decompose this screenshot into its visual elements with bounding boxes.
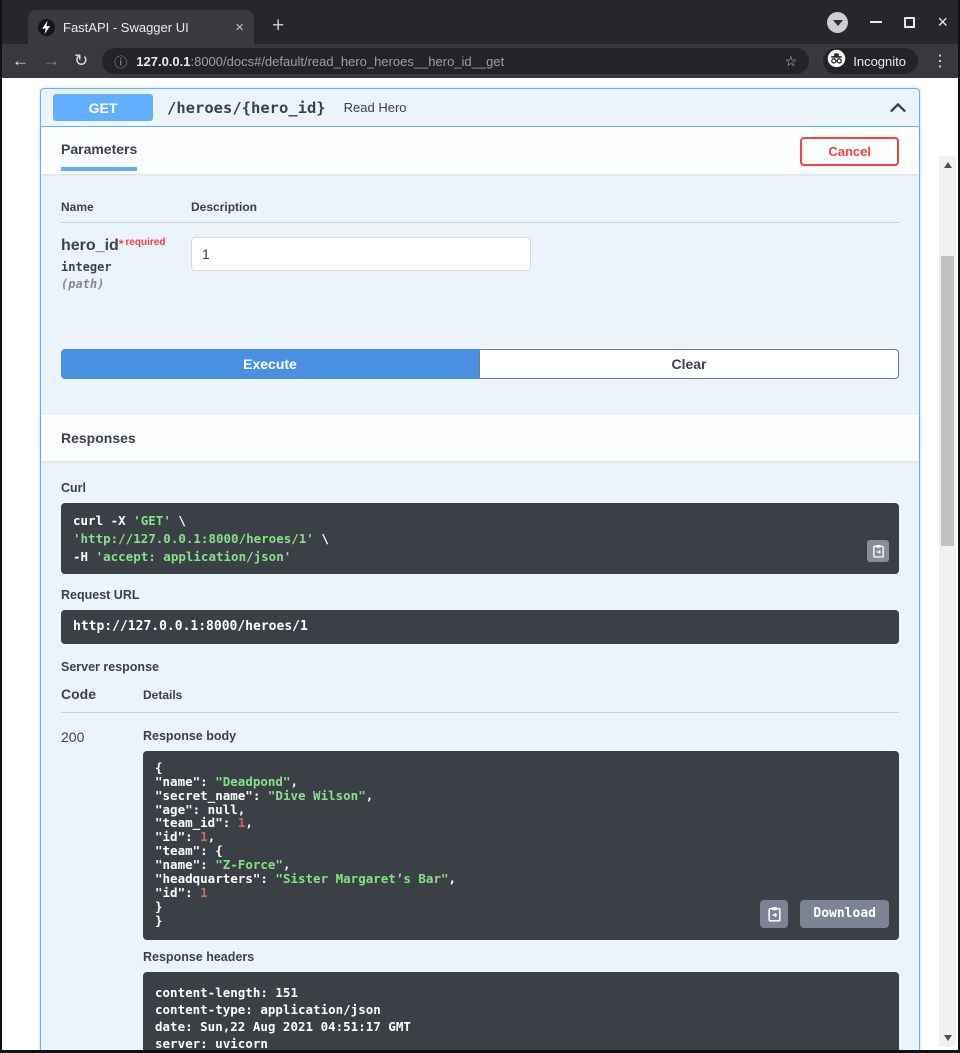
request-url-label: Request URL bbox=[61, 588, 899, 602]
bookmark-star-icon[interactable]: ☆ bbox=[785, 53, 798, 70]
method-badge: GET bbox=[53, 94, 153, 121]
scrollbar-up-icon[interactable] bbox=[939, 159, 956, 171]
server-response-label: Server response bbox=[61, 660, 899, 674]
tab-close-icon[interactable]: × bbox=[235, 19, 244, 36]
copy-response-button[interactable] bbox=[760, 900, 788, 928]
param-location: (path) bbox=[61, 277, 191, 291]
parameters-tab[interactable]: Parameters bbox=[61, 141, 137, 171]
forward-icon[interactable]: → bbox=[43, 51, 60, 71]
url-path: :8000/docs#/default/read_hero_heroes__he… bbox=[190, 54, 504, 69]
url-host: 127.0.0.1 bbox=[136, 54, 190, 69]
responses-title: Responses bbox=[61, 430, 136, 456]
download-button[interactable]: Download bbox=[800, 900, 889, 928]
column-description-header: Description bbox=[191, 200, 899, 214]
url-text: 127.0.0.1:8000/docs#/default/read_hero_h… bbox=[136, 54, 775, 69]
parameters-header: Parameters Cancel bbox=[41, 127, 919, 174]
opblock-get-heroes: GET /heroes/{hero_id} Read Hero Paramete… bbox=[40, 88, 920, 1050]
required-star: * bbox=[119, 237, 124, 251]
browser-window: FastAPI - Swagger UI × + × ← → ↻ ⓘ 127.0… bbox=[0, 0, 960, 1053]
page-scrollbar[interactable] bbox=[939, 156, 956, 1047]
hero-id-input[interactable] bbox=[191, 237, 531, 271]
responses-header: Responses bbox=[41, 415, 919, 461]
curl-label: Curl bbox=[61, 481, 899, 495]
incognito-label: Incognito bbox=[853, 54, 906, 69]
server-response-table: Code Details 200 Response body { "name":… bbox=[61, 686, 899, 1050]
responses-area: Curl curl -X 'GET' \ 'http://127.0.0.1:8… bbox=[41, 461, 919, 1050]
curl-command: curl -X 'GET' \ 'http://127.0.0.1:8000/h… bbox=[61, 503, 899, 574]
response-body-label: Response body bbox=[143, 729, 899, 743]
param-name: hero_id bbox=[61, 237, 119, 254]
minimize-button[interactable] bbox=[870, 21, 882, 23]
cancel-button[interactable]: Cancel bbox=[800, 137, 899, 166]
tab-title: FastAPI - Swagger UI bbox=[63, 20, 227, 35]
copy-curl-button[interactable] bbox=[867, 540, 889, 562]
request-url-value: http://127.0.0.1:8000/heroes/1 bbox=[61, 610, 899, 644]
fastapi-favicon-icon bbox=[38, 19, 55, 36]
code-column-header: Code bbox=[61, 686, 143, 702]
incognito-badge: Incognito bbox=[823, 48, 918, 74]
scrollbar-down-icon[interactable] bbox=[939, 1032, 956, 1044]
browser-toolbar: ← → ↻ ⓘ 127.0.0.1:8000/docs#/default/rea… bbox=[2, 44, 958, 78]
endpoint-path: /heroes/{hero_id} bbox=[167, 99, 326, 117]
required-label: required bbox=[125, 237, 165, 248]
maximize-button[interactable] bbox=[904, 17, 915, 28]
status-code: 200 bbox=[61, 729, 143, 1050]
tab-search-icon[interactable] bbox=[827, 12, 848, 33]
browser-tab[interactable]: FastAPI - Swagger UI × bbox=[28, 10, 254, 44]
back-icon[interactable]: ← bbox=[12, 51, 29, 71]
details-column-header: Details bbox=[143, 688, 899, 702]
parameters-table: Name Description hero_id*required intege… bbox=[41, 174, 919, 399]
page-content: GET /heroes/{hero_id} Read Hero Paramete… bbox=[2, 78, 958, 1050]
tab-strip: FastAPI - Swagger UI × + × bbox=[2, 0, 958, 44]
scrollbar-thumb[interactable] bbox=[941, 256, 954, 546]
opblock-header[interactable]: GET /heroes/{hero_id} Read Hero bbox=[41, 89, 919, 127]
browser-menu-icon[interactable]: ⋮ bbox=[932, 51, 948, 71]
window-close-button[interactable]: × bbox=[937, 13, 948, 31]
column-name-header: Name bbox=[61, 200, 191, 214]
reload-icon[interactable]: ↻ bbox=[74, 51, 88, 71]
response-headers: content-length: 151content-type: applica… bbox=[143, 972, 899, 1050]
url-bar[interactable]: ⓘ 127.0.0.1:8000/docs#/default/read_hero… bbox=[102, 48, 809, 74]
endpoint-summary: Read Hero bbox=[344, 100, 407, 115]
incognito-icon bbox=[827, 49, 846, 73]
site-info-icon[interactable]: ⓘ bbox=[114, 52, 127, 71]
parameter-row: hero_id*required integer (path) bbox=[61, 223, 899, 291]
response-headers-label: Response headers bbox=[143, 950, 899, 964]
collapse-chevron-icon[interactable] bbox=[889, 102, 907, 114]
new-tab-button[interactable]: + bbox=[272, 14, 284, 44]
execute-button[interactable]: Execute bbox=[61, 349, 479, 379]
clear-button[interactable]: Clear bbox=[479, 349, 899, 379]
response-body: { "name": "Deadpond", "secret_name": "Di… bbox=[143, 751, 899, 940]
param-type: integer bbox=[61, 260, 191, 274]
